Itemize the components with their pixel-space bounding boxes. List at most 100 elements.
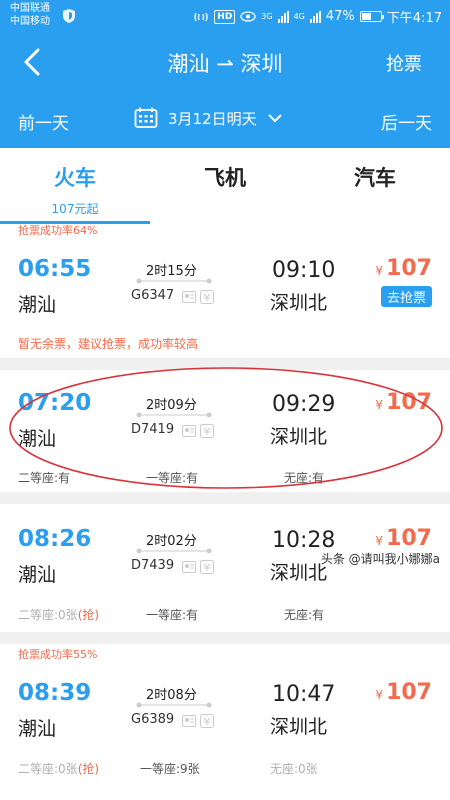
date-bar: 前一天 3月12日明天 后一天: [0, 92, 450, 148]
currency-symbol: ¥: [375, 398, 384, 412]
availability-notice: 暂无余票，建议抢票，成功率较高: [18, 337, 199, 351]
tab-label: 火车: [54, 166, 96, 190]
ticket-price: ¥107: [375, 390, 432, 415]
carrier-1: 中国联通: [10, 3, 50, 14]
departure-station: 潮汕: [18, 294, 57, 316]
price-value: 107: [386, 390, 432, 415]
departure-station: 潮汕: [18, 428, 57, 450]
seat-no-seat: 无座:有: [284, 608, 325, 622]
departure-time: 07:20: [18, 390, 92, 416]
carrier-info: 中国联通 中国移动: [10, 2, 50, 28]
seat-count: 二等座:0张: [18, 608, 78, 622]
seat-second-class[interactable]: 二等座:0张(抢): [18, 606, 99, 623]
currency-symbol: ¥: [375, 688, 384, 702]
departure-time: 08:26: [18, 526, 92, 552]
price-value: 107: [386, 256, 432, 281]
carrier-2: 中国移动: [10, 16, 50, 27]
date-text: 3月12日明天: [168, 109, 257, 128]
grab-seat-link[interactable]: (抢): [78, 608, 99, 622]
seat-first-class: 一等座:9张: [140, 762, 200, 776]
departure-time: 08:39: [18, 680, 92, 706]
id-card-icon: [182, 715, 196, 727]
train-card[interactable]: 07:20 潮汕 2时09分 D7419 09:29 深圳北 ¥107 二等座:…: [0, 370, 450, 492]
trip-duration: 2时02分: [146, 534, 197, 549]
duration-line: [136, 412, 212, 418]
tab-flight[interactable]: 飞机: [150, 148, 300, 224]
battery-icon: [359, 11, 384, 22]
arrival-station: 深圳北: [270, 292, 328, 314]
chevron-down-icon: [267, 114, 282, 123]
id-card-icon: [182, 425, 196, 437]
date-selector[interactable]: 3月12日明天: [134, 107, 283, 129]
train-number: G6347: [131, 288, 175, 303]
departure-station: 潮汕: [18, 718, 57, 740]
arrival-station: 深圳北: [270, 716, 328, 738]
tab-train[interactable]: 火车 107元起: [0, 148, 150, 224]
ticket-icon: [200, 714, 214, 728]
duration-line: [136, 548, 212, 554]
trip-duration: 2时09分: [146, 398, 197, 413]
ticket-price: ¥107: [375, 526, 432, 551]
signal-icon: [277, 10, 289, 23]
shield-icon: [63, 9, 75, 23]
seat-second-class: 二等座:有: [18, 471, 71, 485]
arrival-time: 09:10: [272, 258, 336, 283]
currency-symbol: ¥: [375, 534, 384, 548]
calendar-icon: [134, 107, 158, 128]
price-value: 107: [386, 680, 432, 705]
train-card[interactable]: 08:26 潮汕 2时02分 D7439 10:28 深圳北 ¥107 二等座:…: [0, 504, 450, 632]
train-card[interactable]: 抢票成功率55% 08:39 潮汕 2时08分 G6389 10:47 深圳北 …: [0, 644, 450, 800]
ticket-icon: [200, 290, 214, 304]
ticket-icon: [200, 424, 214, 438]
seat-count: 二等座:0张: [18, 762, 78, 776]
watermark: 头条 @请叫我小娜娜a: [320, 552, 440, 566]
battery-percent: 47%: [325, 9, 355, 24]
train-number: G6389: [131, 712, 175, 727]
train-card[interactable]: 抢票成功率64% 06:55 潮汕 2时15分 G6347 09:10 深圳北 …: [0, 224, 450, 358]
train-list[interactable]: 抢票成功率64% 06:55 潮汕 2时15分 G6347 09:10 深圳北 …: [0, 224, 450, 800]
signal-icon: [309, 10, 321, 23]
ticket-price: ¥107: [375, 256, 432, 281]
clock: 下午4:17: [386, 11, 442, 26]
tab-min-price: 107元起: [51, 202, 99, 216]
ticket-price: ¥107: [375, 680, 432, 705]
status-indicators: HD 3G 4G 47% 下午4:17: [193, 7, 442, 26]
trip-duration: 2时08分: [146, 688, 197, 703]
success-rate-tag: 抢票成功率55%: [18, 648, 98, 661]
currency-symbol: ¥: [375, 264, 384, 278]
duration-line: [136, 278, 212, 284]
seat-no-seat: 无座:有: [284, 471, 325, 485]
departure-time: 06:55: [18, 256, 92, 282]
departure-station: 潮汕: [18, 564, 57, 586]
train-number: D7439: [131, 558, 175, 573]
grab-ticket-button[interactable]: 抢票: [386, 50, 422, 76]
seat-first-class: 一等座:有: [146, 608, 199, 622]
eye-icon: [240, 11, 256, 22]
go-grab-ticket-button[interactable]: 去抢票: [380, 286, 432, 307]
arrival-time: 09:29: [272, 392, 336, 417]
next-day-button[interactable]: 后一天: [381, 109, 432, 134]
id-card-icon: [182, 561, 196, 573]
nav-bar: 潮汕 ⇀ 深圳 抢票: [0, 32, 450, 92]
transport-tabs: 火车 107元起 飞机 汽车: [0, 148, 450, 224]
success-rate-tag: 抢票成功率64%: [18, 224, 98, 237]
arrival-station: 深圳北: [270, 562, 328, 584]
seat-first-class: 一等座:有: [146, 471, 199, 485]
arrival-time: 10:47: [272, 682, 336, 707]
trip-duration: 2时15分: [146, 264, 197, 279]
train-number: D7419: [131, 422, 175, 437]
network-4g-label: 4G: [293, 12, 305, 21]
network-3g-label: 3G: [261, 12, 273, 21]
grab-seat-link[interactable]: (抢): [78, 762, 99, 776]
seat-no-seat: 无座:0张: [270, 762, 318, 776]
seat-second-class[interactable]: 二等座:0张(抢): [18, 760, 99, 777]
nfc-icon: [194, 12, 208, 21]
hd-badge: HD: [214, 9, 236, 24]
tab-bus[interactable]: 汽车: [300, 148, 450, 224]
prev-day-button[interactable]: 前一天: [18, 109, 69, 134]
duration-line: [136, 702, 212, 708]
tab-label: 汽车: [354, 166, 396, 190]
id-card-icon: [182, 291, 196, 303]
ticket-icon: [200, 560, 214, 574]
status-bar: 中国联通 中国移动 HD 3G 4G 47% 下午4:17: [0, 0, 450, 32]
